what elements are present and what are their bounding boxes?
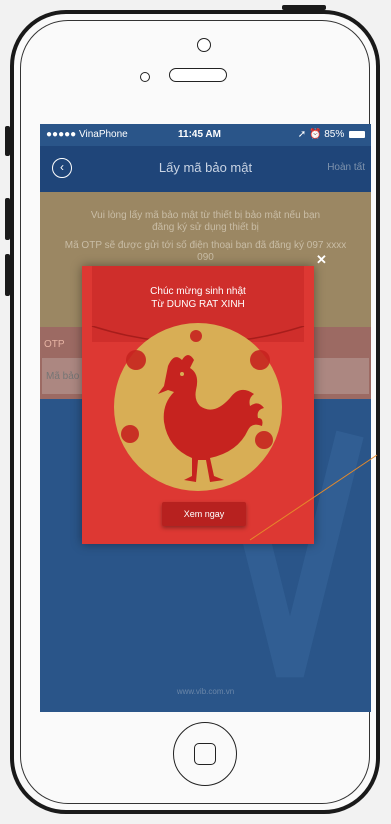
rooster-medallion <box>106 322 290 497</box>
battery-indicator: ➚ ⏰ 85% <box>298 129 365 140</box>
mute-switch <box>5 126 10 156</box>
otp-label: OTP <box>44 339 65 350</box>
instruction-text: Vui lòng lấy mã bảo mật từ thiết bị bảo … <box>90 210 321 233</box>
close-x-icon[interactable]: ✕ <box>316 252 327 268</box>
power-button <box>282 5 326 10</box>
footer-url: www.vib.com.vn <box>176 687 235 696</box>
alarm-icon: ⏰ <box>308 129 322 140</box>
page-title: Lấy mã bảo mật <box>158 160 253 175</box>
location-icon: ➚ <box>297 129 307 140</box>
navigation-bar: ‹ Lấy mã bảo mật Hoàn tất <box>40 146 371 192</box>
popup-greeting: Chúc mừng sinh nhật <box>150 286 246 297</box>
view-now-button[interactable]: Xem ngay <box>162 502 246 526</box>
battery-icon <box>349 130 365 138</box>
done-button[interactable]: Hoàn tất <box>327 162 365 173</box>
birthday-popup: Chúc mừng sinh nhật Từ DUNG RAT XINH Xem… <box>82 266 314 544</box>
home-button[interactable] <box>173 722 237 786</box>
front-camera-icon <box>197 38 211 52</box>
volume-down-button <box>5 254 10 296</box>
battery-percent: 85% <box>324 129 345 140</box>
clock: 11:45 AM <box>178 129 221 140</box>
status-bar: ●●●●● VinaPhone 11:45 AM ➚ ⏰ 85% <box>40 124 371 146</box>
carrier-label: ●●●●● VinaPhone <box>46 129 128 140</box>
app-screen: ●●●●● VinaPhone 11:45 AM ➚ ⏰ 85% ‹ Lấy m… <box>40 124 371 712</box>
otp-sent-text: Mã OTP sẽ được gửi tới số điện thoại bạn… <box>64 240 347 263</box>
popup-sender: Từ DUNG RAT XINH <box>151 299 245 310</box>
earpiece-speaker <box>169 68 227 82</box>
volume-up-button <box>5 198 10 240</box>
proximity-sensor-icon <box>140 72 150 82</box>
home-square-icon <box>194 743 216 765</box>
